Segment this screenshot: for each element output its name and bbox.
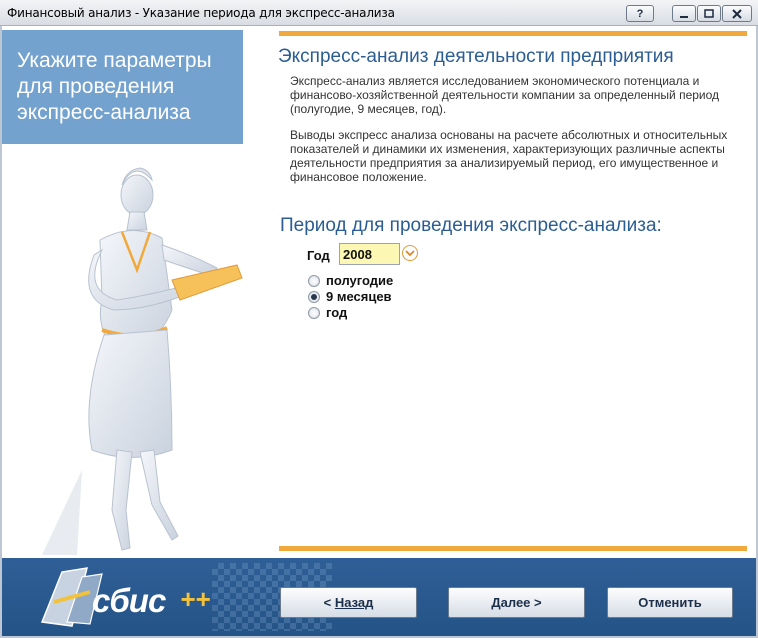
year-dropdown-button[interactable] [402, 245, 418, 261]
woman-illustration [42, 167, 243, 555]
maximize-button[interactable] [697, 5, 721, 22]
chevron-down-icon [405, 250, 415, 257]
back-button-label: Назад [334, 595, 374, 610]
period-title: Период для проведения экспресс-анализа: [280, 215, 662, 236]
section-title: Экспресс-анализ деятельности предприятия [278, 46, 674, 67]
description-paragraph-1: Экспресс-анализ является исследованием э… [290, 74, 720, 116]
left-panel-heading: Укажите параметры для проведения экспрес… [2, 30, 243, 144]
next-button[interactable]: Далее > [448, 587, 585, 618]
close-icon [732, 8, 742, 19]
radio-option-9-months[interactable]: 9 месяцев [308, 289, 392, 304]
help-button[interactable]: ? [626, 5, 654, 22]
radio-button-selected[interactable] [308, 290, 320, 303]
next-button-label: Далее > [491, 595, 542, 610]
back-button[interactable]: < Назад [280, 587, 417, 618]
radio-button[interactable] [308, 306, 320, 319]
radio-button[interactable] [308, 274, 320, 287]
window-title: Финансовый анализ - Указание периода для… [7, 6, 395, 20]
cancel-button[interactable]: Отменить [607, 587, 733, 618]
radio-label: 9 месяцев [326, 289, 392, 304]
back-button-prefix: < [323, 595, 335, 610]
bottom-accent-bar [279, 546, 747, 551]
year-field[interactable]: 2008 [339, 243, 400, 265]
title-bar: Финансовый анализ - Указание периода для… [0, 0, 758, 26]
help-icon: ? [636, 7, 644, 20]
minimize-button[interactable] [672, 5, 696, 22]
maximize-icon [704, 8, 714, 18]
radio-label: полугодие [326, 273, 394, 288]
description-paragraph-2: Выводы экспресс анализа основаны на расч… [290, 128, 728, 184]
left-panel: Укажите параметры для проведения экспрес… [2, 30, 268, 560]
radio-option-half-year[interactable]: полугодие [308, 273, 393, 288]
radio-label: год [326, 305, 348, 320]
top-accent-bar [279, 31, 747, 36]
minimize-icon [680, 15, 688, 18]
logo-text: сбис [92, 582, 166, 619]
year-label: Год [307, 248, 330, 263]
close-button[interactable] [722, 5, 752, 22]
radio-dot [311, 293, 317, 300]
radio-option-year[interactable]: год [308, 305, 347, 320]
logo-plus: ++ [180, 584, 211, 614]
cancel-button-label: Отменить [638, 595, 702, 610]
